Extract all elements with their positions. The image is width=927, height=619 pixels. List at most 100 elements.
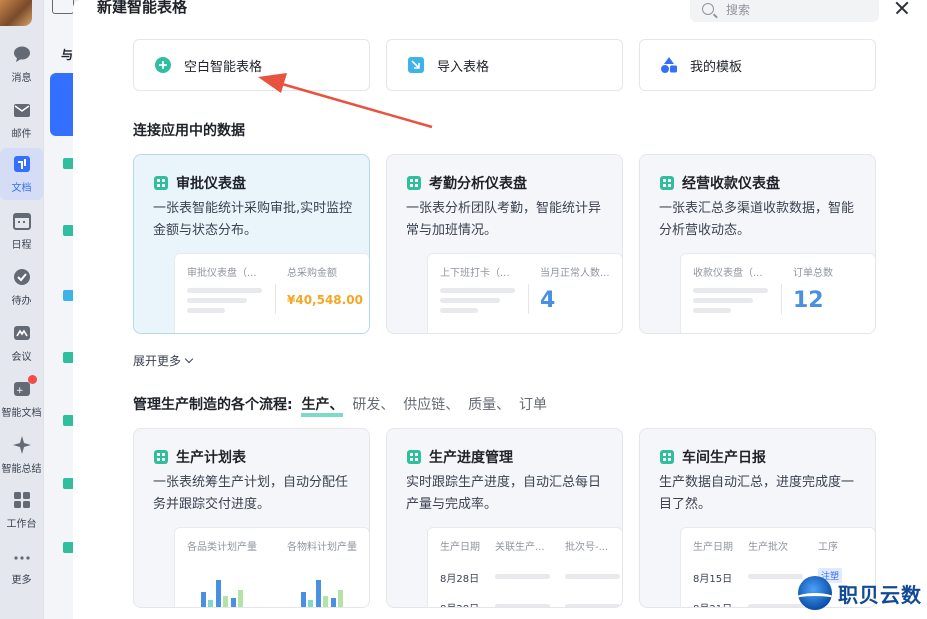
doc-icon (12, 154, 32, 174)
preview-column-2: 订单总数 (793, 268, 833, 279)
my-templates-button[interactable]: 我的模板 (639, 39, 876, 91)
close-icon[interactable] (893, 0, 913, 18)
preview-column-1: 收款仪表盘（... (693, 268, 763, 279)
search-input[interactable]: 搜索 (690, 0, 879, 22)
nav-item-more[interactable]: 更多 (0, 540, 43, 592)
sparkle-icon (12, 435, 32, 455)
card-title: 车间生产日报 (682, 450, 766, 466)
preview-value: ¥40,548.00 (287, 293, 363, 307)
template-card-production-progress[interactable]: 生产进度管理 实时跟踪生产进度，自动汇总每日产量与完成率。 生产日期 关联生产.… (386, 428, 623, 608)
divider (275, 284, 276, 314)
preview-chart-title-1: 各品类计划产量 (187, 542, 257, 553)
nav-item-workbench[interactable]: 工作台 (0, 484, 43, 536)
nav-label: 工作台 (6, 519, 37, 530)
category-tab-rnd[interactable]: 研发、 (352, 397, 394, 413)
category-tab-orders[interactable]: 订单 (519, 397, 547, 413)
card-description: 生产数据自动汇总，进度完成度一目了然。 (659, 475, 855, 512)
doclist-selected-item[interactable] (50, 73, 74, 136)
placeholder-bar (693, 288, 768, 293)
nav-label: 会议 (11, 352, 32, 363)
calendar-icon (12, 211, 32, 231)
notification-badge (27, 375, 37, 384)
chart-bar (201, 592, 206, 607)
blank-smart-sheet-button[interactable]: 空白智能表格 (133, 39, 370, 91)
meeting-icon (12, 323, 32, 343)
nav-item-meeting[interactable]: 会议 (0, 317, 43, 369)
section-title-apps: 连接应用中的数据 (133, 123, 245, 139)
chevron-down-icon (184, 354, 194, 363)
watermark-text: 职贝云数 (838, 582, 922, 607)
template-card-revenue-dashboard[interactable]: 经营收款仪表盘 一张表汇总多渠道收款数据，智能分析营收动态。 收款仪表盘（...… (639, 154, 876, 334)
chart-bar (216, 580, 221, 607)
import-sheet-button[interactable]: 导入表格 (386, 39, 623, 91)
divider (781, 284, 782, 314)
placeholder-bar (187, 298, 247, 303)
chart-bar (208, 600, 213, 607)
preview-header: 生产批次 (748, 542, 788, 553)
nav-item-ai-summary[interactable]: 智能总结 (0, 429, 43, 481)
category-tab-production[interactable]: 生产、 (301, 397, 344, 417)
chart-bar (323, 596, 328, 607)
watermark-logo: 职贝云数 (798, 576, 922, 610)
nav-label: 待办 (11, 296, 32, 307)
placeholder-bar (495, 574, 550, 579)
preview-row-date: 8月15日 (693, 574, 733, 585)
option-label: 导入表格 (437, 59, 490, 75)
nav-label: 更多 (11, 575, 32, 586)
category-tab-quality[interactable]: 质量、 (468, 397, 510, 413)
plus-circle-icon (155, 57, 171, 73)
nav-label: 智能文档 (1, 408, 42, 419)
mail-icon (12, 100, 32, 120)
category-tab-supply-chain[interactable]: 供应链、 (403, 397, 459, 413)
card-title: 审批仪表盘 (176, 176, 246, 192)
preview-column-1: 审批仪表盘（... (187, 268, 257, 279)
preview-header: 工序 (818, 542, 838, 553)
chart-bar (231, 598, 236, 607)
nav-item-todo[interactable]: 待办 (0, 261, 43, 313)
chart-bar (238, 590, 243, 607)
doc-icon (52, 0, 74, 14)
card-title: 生产进度管理 (429, 450, 513, 466)
import-icon (408, 57, 424, 73)
placeholder-bar (748, 574, 803, 579)
card-preview: 审批仪表盘（... 总采购金额 ¥40,548.00 (174, 253, 369, 333)
placeholder-bar (187, 288, 262, 293)
nav-item-messages[interactable]: 消息 (0, 38, 43, 90)
nav-label: 日程 (11, 240, 32, 251)
preview-value: 4 (540, 288, 556, 313)
card-title: 经营收款仪表盘 (682, 176, 780, 192)
avatar[interactable] (0, 0, 32, 26)
nav-item-ai-doc[interactable]: + 智能文档 (0, 373, 43, 425)
chart-bar (223, 596, 228, 607)
smart-sheet-icon (154, 176, 168, 190)
nav-label: 消息 (11, 73, 32, 84)
svg-text:+: + (16, 386, 24, 396)
smart-sheet-icon (407, 450, 421, 464)
nav-label: 智能总结 (1, 464, 42, 475)
expand-more-label: 展开更多 (133, 354, 182, 368)
template-card-attendance-dashboard[interactable]: 考勤分析仪表盘 一张表分析团队考勤，智能统计异常与加班情况。 上下班打卡（...… (386, 154, 623, 334)
preview-row-date: 8月21日 (693, 600, 732, 607)
option-label: 空白智能表格 (184, 59, 263, 75)
placeholder-bar (440, 288, 515, 293)
template-card-production-plan[interactable]: 生产计划表 一张表统筹生产计划，自动分配任务并跟踪交付进度。 各品类计划产量 各… (133, 428, 370, 608)
divider (528, 284, 529, 314)
preview-header: 生产日期 (440, 542, 480, 553)
card-description: 一张表智能统计采购审批,实时监控金额与状态分布。 (153, 201, 353, 238)
preview-header: 生产日期 (693, 542, 733, 553)
expand-more-button[interactable]: 展开更多 (133, 352, 194, 369)
nav-item-mail[interactable]: 邮件 (0, 94, 43, 146)
template-card-approval-dashboard[interactable]: 审批仪表盘 一张表智能统计采购审批,实时监控金额与状态分布。 审批仪表盘（...… (133, 154, 370, 334)
doclist-header: 与 (61, 48, 74, 62)
todo-icon (12, 267, 32, 287)
placeholder-bar (187, 308, 225, 313)
search-placeholder: 搜索 (726, 2, 751, 17)
nav-item-calendar[interactable]: 日程 (0, 205, 43, 257)
ai-doc-icon: + (12, 375, 37, 399)
chart-bar (301, 592, 306, 607)
placeholder-bar (495, 604, 550, 607)
nav-item-docs[interactable]: 文档 (0, 148, 43, 200)
preview-value: 12 (793, 288, 824, 313)
search-icon (702, 3, 714, 15)
card-description: 一张表汇总多渠道收款数据，智能分析营收动态。 (659, 201, 855, 238)
